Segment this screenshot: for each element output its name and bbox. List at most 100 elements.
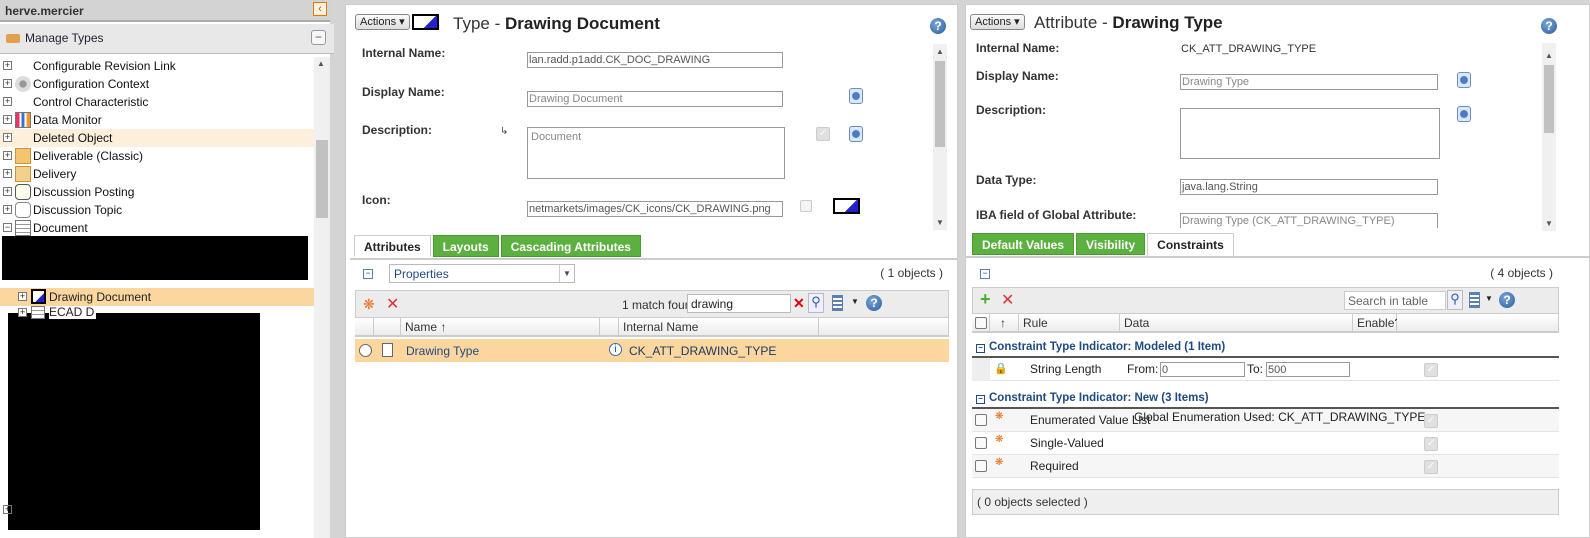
- dropdown-arrow-icon[interactable]: ▼: [559, 265, 574, 282]
- tree-item-control-characteristic[interactable]: + Control Characteristic: [0, 93, 314, 111]
- help-icon[interactable]: ?: [930, 18, 946, 34]
- description-field[interactable]: Document: [527, 127, 785, 179]
- clear-filter-icon[interactable]: ✕: [793, 295, 805, 312]
- info-icon[interactable]: i: [609, 343, 622, 356]
- new-attribute-icon[interactable]: ❋: [363, 296, 375, 313]
- constraint-group-modeled[interactable]: − Constraint Type Indicator: Modeled (1 I…: [972, 336, 1559, 358]
- collapse-section-button[interactable]: −: [311, 30, 326, 45]
- actions-menu-button[interactable]: Actions ▾: [970, 14, 1025, 30]
- expand-icon[interactable]: +: [3, 115, 12, 124]
- scroll-up-icon[interactable]: ▲: [936, 47, 944, 56]
- tab-cascading-attributes[interactable]: Cascading Attributes: [500, 235, 641, 257]
- constraint-row[interactable]: ❋ Enumerated Value List Global Enumerati…: [972, 409, 1559, 432]
- form-scrollbar[interactable]: ▲ ▼: [933, 44, 947, 230]
- to-input[interactable]: 500: [1266, 362, 1350, 377]
- collapse-icon[interactable]: −: [3, 223, 12, 232]
- column-settings-icon[interactable]: [832, 295, 843, 311]
- localize-icon[interactable]: [849, 126, 863, 142]
- actions-menu-button[interactable]: Actions ▾: [355, 14, 410, 30]
- tab-layouts[interactable]: Layouts: [432, 235, 499, 257]
- scroll-thumb[interactable]: [935, 61, 945, 147]
- expand-icon[interactable]: +: [3, 61, 12, 70]
- scroll-down-icon[interactable]: ▼: [1545, 219, 1553, 228]
- expand-icon[interactable]: +: [3, 151, 12, 160]
- column-enable[interactable]: Enable?: [1353, 314, 1401, 333]
- display-name-field[interactable]: Drawing Document: [527, 91, 783, 107]
- search-icon[interactable]: ⚲: [1447, 290, 1463, 310]
- tab-visibility[interactable]: Visibility: [1076, 233, 1146, 255]
- description-field[interactable]: [1180, 108, 1440, 159]
- expand-icon[interactable]: +: [3, 97, 12, 106]
- tree-item-document[interactable]: − Document: [0, 219, 314, 237]
- help-icon[interactable]: ?: [1499, 292, 1515, 308]
- column-name[interactable]: Name ↑: [401, 318, 600, 337]
- iba-field-value[interactable]: Drawing Type (CK_ATT_DRAWING_TYPE): [1180, 213, 1438, 228]
- row-checkbox[interactable]: [975, 414, 987, 426]
- icon-path-field[interactable]: netmarkets/images/CK_icons/CK_DRAWING.pn…: [527, 201, 783, 217]
- table-filter-input[interactable]: drawing: [687, 294, 791, 313]
- from-input[interactable]: 0: [1160, 362, 1245, 377]
- search-in-table-input[interactable]: Search in table: [1344, 291, 1446, 310]
- inherit-checkbox[interactable]: ✓: [816, 127, 830, 141]
- row-radio[interactable]: [359, 344, 372, 357]
- tree-item-delivery[interactable]: + Delivery: [0, 165, 314, 183]
- dropdown-arrow-icon[interactable]: ▼: [1485, 294, 1493, 303]
- column-data[interactable]: Data: [1120, 314, 1353, 333]
- delete-icon[interactable]: ✕: [386, 294, 399, 314]
- expand-icon[interactable]: +: [3, 205, 12, 214]
- collapse-navigator-button[interactable]: ‹: [313, 2, 327, 16]
- scroll-up-icon[interactable]: ▲: [1545, 51, 1553, 60]
- tree-item-partial[interactable]: + ECΑD D: [0, 306, 314, 320]
- column-internal-name[interactable]: Internal Name: [619, 318, 819, 337]
- column-rule[interactable]: Rule: [1019, 314, 1120, 333]
- dropdown-arrow-icon[interactable]: ▼: [851, 297, 859, 306]
- tree-item-deleted-object[interactable]: + Deleted Object: [0, 129, 314, 147]
- sort-column[interactable]: ↑: [990, 314, 1019, 333]
- row-checkbox[interactable]: [975, 460, 987, 472]
- tree-item-data-monitor[interactable]: + Data Monitor: [0, 111, 314, 129]
- column-settings-icon[interactable]: [1469, 292, 1480, 308]
- expand-icon[interactable]: +: [3, 133, 12, 142]
- expand-icon[interactable]: +: [18, 308, 27, 317]
- help-icon[interactable]: ?: [1541, 18, 1557, 34]
- constraint-row[interactable]: ❋ Required ✓: [972, 455, 1559, 478]
- internal-name-field[interactable]: lan.radd.p1add.CK_DOC_DRAWING: [527, 52, 783, 68]
- localize-icon[interactable]: [1457, 72, 1471, 88]
- tab-attributes[interactable]: Attributes: [354, 235, 431, 257]
- collapse-group-icon[interactable]: −: [976, 395, 985, 404]
- search-icon[interactable]: ⚲: [808, 293, 824, 313]
- select-all-checkbox[interactable]: [975, 317, 987, 329]
- tree-item-discussion-posting[interactable]: + Discussion Posting: [0, 183, 314, 201]
- constraint-row[interactable]: ❋ Single-Valued ✓: [972, 432, 1559, 455]
- tree-item-configuration-context[interactable]: + Configuration Context: [0, 75, 314, 93]
- tree-scrollbar[interactable]: ▲: [314, 57, 330, 538]
- scroll-thumb[interactable]: [1544, 65, 1554, 133]
- scroll-thumb[interactable]: [316, 140, 328, 218]
- add-icon[interactable]: +: [980, 289, 991, 310]
- localize-icon[interactable]: [849, 88, 863, 104]
- tab-constraints[interactable]: Constraints: [1147, 233, 1234, 257]
- expand-icon[interactable]: +: [3, 187, 12, 196]
- display-name-field[interactable]: Drawing Type: [1180, 74, 1438, 90]
- view-select[interactable]: Properties ▼: [389, 264, 575, 283]
- delete-icon[interactable]: ✕: [1001, 290, 1014, 310]
- tree-item-drawing-document[interactable]: + Drawing Document: [0, 288, 314, 306]
- expand-icon[interactable]: +: [3, 79, 12, 88]
- tab-default-values[interactable]: Default Values: [972, 233, 1075, 255]
- table-row[interactable]: Drawing Type i CK_ATT_DRAWING_TYPE: [355, 339, 949, 362]
- scroll-down-icon[interactable]: ▼: [936, 218, 944, 227]
- expand-icon[interactable]: +: [3, 505, 12, 514]
- collapse-group-icon[interactable]: −: [976, 344, 985, 353]
- collapse-table-icon[interactable]: −: [363, 269, 373, 279]
- form-scrollbar[interactable]: ▲ ▼: [1542, 43, 1556, 231]
- help-icon[interactable]: ?: [866, 295, 882, 311]
- constraint-row[interactable]: 🔒 String Length From: 0 To: 500 ✓: [972, 358, 1559, 381]
- data-type-field[interactable]: java.lang.String: [1180, 179, 1438, 195]
- expand-icon[interactable]: +: [18, 292, 27, 301]
- tree-item-configurable-revision-link[interactable]: + Configurable Revision Link: [0, 57, 314, 75]
- tree-item-discussion-topic[interactable]: + Discussion Topic: [0, 201, 314, 219]
- localize-icon[interactable]: [1457, 106, 1471, 122]
- expand-icon[interactable]: +: [3, 169, 12, 178]
- tree-item-deliverable-classic[interactable]: + Deliverable (Classic): [0, 147, 314, 165]
- scroll-up-icon[interactable]: ▲: [317, 59, 325, 68]
